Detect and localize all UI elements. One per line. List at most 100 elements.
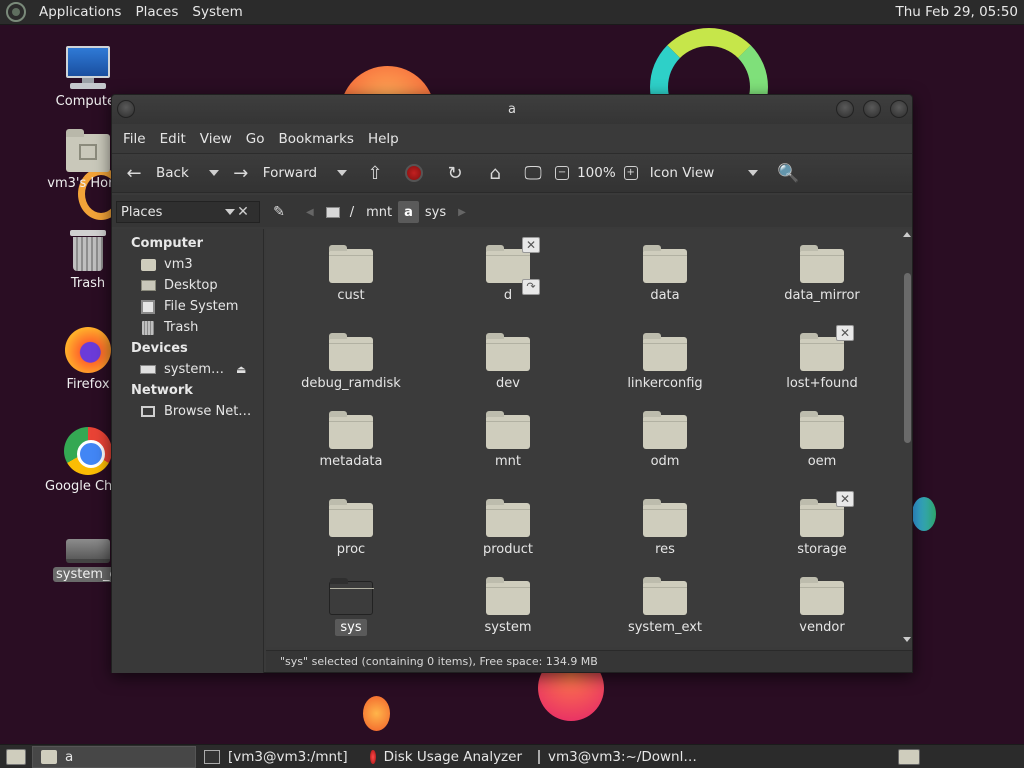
home-button[interactable]: ⌂ [483,158,507,188]
top-panel: Applications Places System Thu Feb 29, 0… [0,0,1024,25]
crumb-root[interactable]: / [320,201,360,223]
crumb-sys[interactable]: sys [419,201,452,223]
file-name: debug_ramdisk [301,376,401,391]
zoom-out-button[interactable]: − [555,158,570,188]
sidebar-item-desktop[interactable]: Desktop [112,275,263,296]
crumb-root-label: / [349,204,355,220]
toolbar: ← Back → Forward ⇧ ↻ ⌂ 🖵 − 100% + Icon V… [112,153,912,193]
file-item[interactable]: lost+found ✕ [752,325,892,391]
file-item[interactable]: dev [438,333,578,391]
system-menu[interactable]: System [185,4,249,20]
file-item[interactable]: cust [281,245,421,303]
menu-logo-icon[interactable] [6,2,26,22]
minimize-button[interactable] [836,100,854,118]
vertical-scrollbar[interactable] [902,229,912,647]
view-mode-dropdown[interactable] [748,170,759,176]
back-history-dropdown[interactable] [208,170,219,176]
file-item[interactable]: d ✕ ↷ [438,237,578,303]
folder-icon [329,499,373,537]
forward-button[interactable]: → Forward [229,158,317,188]
file-item[interactable]: system [438,577,578,635]
zoom-in-button[interactable]: + [623,158,638,188]
file-item[interactable]: oem [752,411,892,469]
file-item[interactable]: linkerconfig [595,333,735,391]
file-item[interactable]: mnt [438,411,578,469]
file-item[interactable]: storage ✕ [752,491,892,557]
file-name: storage [797,542,847,557]
sidebar-item-system-device[interactable]: system… ⏏ [112,359,263,380]
folder-icon [643,333,687,371]
maximize-button[interactable] [863,100,881,118]
file-item[interactable]: proc [281,499,421,557]
show-desktop-icon[interactable] [6,748,26,765]
workspace-switcher-icon[interactable] [898,748,920,765]
drive-icon [140,363,156,377]
path-scroll-right-icon[interactable]: ▶ [458,207,466,218]
sidebar-item-vm3[interactable]: vm3 [112,254,263,275]
sidebar-item-label: Desktop [164,278,218,293]
task-file-manager[interactable]: a [32,745,196,768]
filesystem-icon [140,299,156,314]
menu-view[interactable]: View [193,131,239,147]
file-item[interactable]: data_mirror [752,245,892,303]
file-item[interactable]: data [595,245,735,303]
sidebar-item-trash[interactable]: Trash [112,317,263,338]
file-view[interactable]: cust d ✕ ↷ data data_mirror debug_ramdisk dev li… [266,229,912,647]
network-icon [140,405,156,419]
edit-location-icon[interactable]: ✎ [268,201,290,223]
forward-history-dropdown[interactable] [337,170,348,176]
menu-edit[interactable]: Edit [153,131,193,147]
up-button[interactable]: ⇧ [363,158,387,188]
back-button[interactable]: ← Back [122,158,188,188]
task-terminal-mnt[interactable]: [vm3@vm3:/mnt] [196,746,362,768]
sidebar-item-label: system… [164,362,224,377]
folder-icon [41,749,57,764]
file-item[interactable]: metadata [281,411,421,469]
forward-arrow-icon: → [233,162,249,184]
close-sidebar-icon[interactable]: ✕ [234,203,252,221]
folder-icon [800,577,844,615]
clock[interactable]: Thu Feb 29, 05:50 [895,4,1018,20]
file-item[interactable]: vendor [752,577,892,635]
window-menu-button[interactable] [117,100,135,118]
scroll-down-icon[interactable] [903,637,911,642]
task-disk-usage[interactable]: Disk Usage Analyzer [362,746,530,768]
file-name: dev [496,376,520,391]
close-button[interactable] [890,100,908,118]
crumb-mnt[interactable]: mnt [360,201,398,223]
task-terminal-downloads[interactable]: vm3@vm3:~/Downl… [530,746,702,768]
folder-icon [486,245,530,283]
path-bar: ✎ ◀ / mnt a sys ▶ [268,199,472,225]
file-item[interactable]: system_ext [595,577,735,635]
drive-icon [66,539,110,563]
file-item[interactable]: odm [595,411,735,469]
reload-button[interactable]: ↻ [443,158,467,188]
places-menu[interactable]: Places [128,4,185,20]
file-item[interactable]: product [438,499,578,557]
scrollbar-thumb[interactable] [904,273,911,443]
menu-bookmarks[interactable]: Bookmarks [272,131,361,147]
menu-file[interactable]: File [116,131,153,147]
window-titlebar[interactable]: a [112,95,912,124]
file-item[interactable]: res [595,499,735,557]
path-scroll-left-icon[interactable]: ◀ [306,207,314,218]
home-icon [140,258,156,272]
file-item[interactable]: debug_ramdisk [281,333,421,391]
zoom-level[interactable]: 100% [577,158,616,188]
stop-button[interactable] [405,158,424,188]
eject-icon[interactable]: ⏏ [236,363,246,376]
computer-button[interactable]: 🖵 [521,158,545,188]
search-button[interactable]: 🔍 [776,158,800,188]
view-mode-select[interactable]: Icon View [650,158,715,188]
folder-icon [486,499,530,537]
scroll-up-icon[interactable] [903,232,911,237]
crumb-a[interactable]: a [398,201,419,223]
search-icon: 🔍 [777,162,800,184]
menu-help[interactable]: Help [361,131,406,147]
file-item[interactable]: sys [281,578,421,636]
sidebar-item-filesystem[interactable]: File System [112,296,263,317]
menu-go[interactable]: Go [239,131,272,147]
folder-icon [329,333,373,371]
sidebar-item-browse-network[interactable]: Browse Net… [112,401,263,422]
applications-menu[interactable]: Applications [32,4,128,20]
